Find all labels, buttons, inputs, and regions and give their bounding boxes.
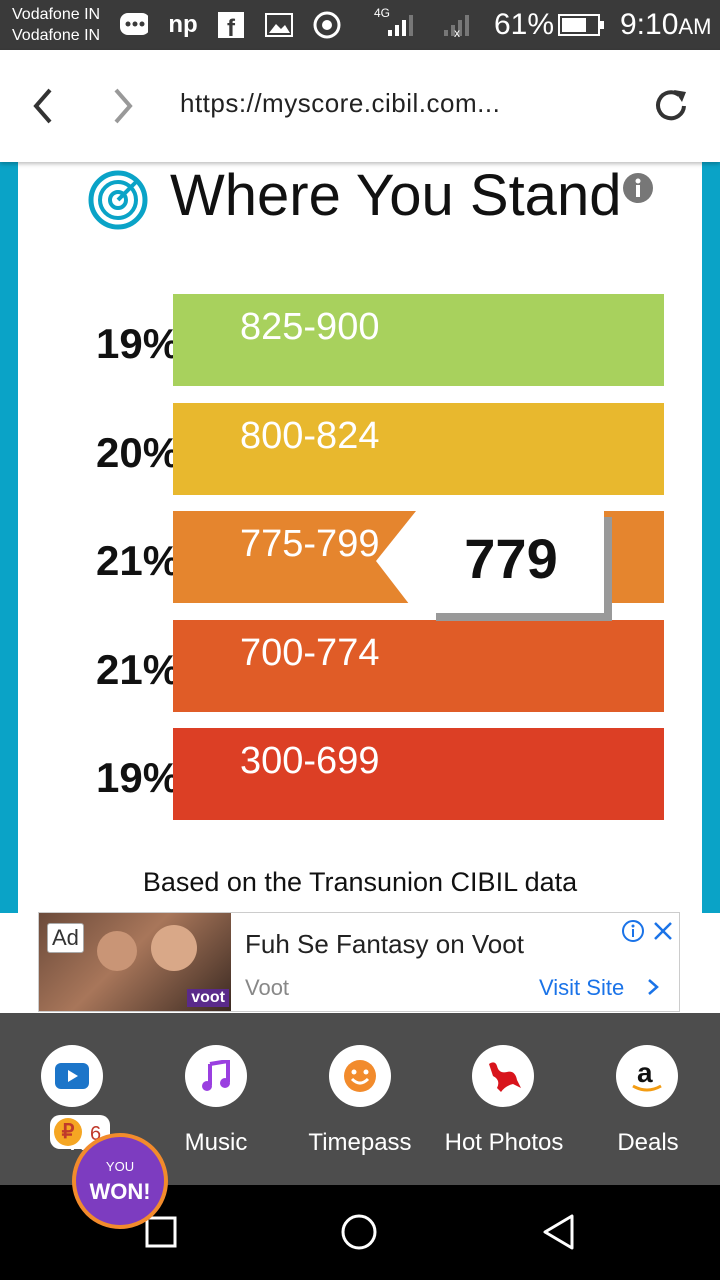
url-bar[interactable]: https://myscore.cibil.com... [180, 88, 500, 119]
clock: 9:10AM [620, 8, 711, 42]
ad-image-face [97, 931, 137, 971]
ad-close-icon[interactable] [651, 919, 675, 943]
svg-text:x: x [454, 26, 460, 38]
ad-image-face [151, 925, 197, 971]
chat-icon [118, 10, 148, 40]
band-percent: 21% [96, 646, 181, 693]
chevron-right-icon[interactable] [645, 975, 661, 999]
band-range-label: 775-799 [240, 523, 380, 565]
svg-text:a: a [637, 1058, 653, 1088]
user-score: 779 [464, 527, 558, 590]
band-range-label: 300-699 [240, 740, 380, 782]
coin-icon: ₽ [54, 1118, 82, 1146]
band-range-label: 700-774 [240, 632, 380, 674]
music-note-icon[interactable] [185, 1045, 247, 1107]
clock-time: 9:10 [620, 8, 679, 41]
np-icon: np [168, 11, 198, 38]
ad-badge: Ad [47, 923, 84, 953]
left-edge-strip [0, 162, 18, 913]
band-range-label: 825-900 [240, 306, 380, 348]
band-percent: 19% [96, 754, 181, 801]
you-won-promo[interactable]: YOU WON! [72, 1133, 168, 1229]
back-chevron-icon[interactable] [26, 86, 62, 126]
dock-label-deals[interactable]: Deals [573, 1129, 720, 1157]
carrier-name-2: Vodafone IN [12, 27, 101, 44]
gallery-icon [264, 10, 294, 40]
video-play-icon[interactable] [41, 1045, 103, 1107]
band-percent: 21% [96, 537, 181, 584]
clock-ampm: AM [678, 14, 712, 39]
back-triangle-icon[interactable] [540, 1213, 578, 1251]
svg-text:f: f [227, 15, 236, 38]
amazon-icon[interactable]: a [616, 1045, 678, 1107]
dock-label-timepass[interactable]: Timepass [285, 1129, 435, 1157]
signal-icon [384, 10, 414, 40]
smiley-icon[interactable] [329, 1045, 391, 1107]
info-icon[interactable] [622, 172, 654, 204]
recent-apps-icon[interactable] [144, 1215, 178, 1249]
dock-label-hot-photos[interactable]: Hot Photos [429, 1129, 579, 1157]
browser-toolbar: https://myscore.cibil.com... [0, 50, 720, 162]
facebook-icon: f [216, 10, 246, 40]
promo-top-text: YOU [105, 1159, 135, 1174]
band-percent: 19% [96, 320, 181, 367]
signal-x-icon: x [440, 10, 470, 40]
dock-label-music[interactable]: Music [141, 1129, 291, 1157]
ad-cta-label[interactable]: Visit Site [539, 975, 624, 1001]
page-title: Where You Stand [170, 163, 622, 228]
chrome-icon [312, 10, 342, 40]
radar-logo-icon [88, 170, 148, 230]
promo-bottom-text: WON! [89, 1179, 151, 1204]
band-percent: 20% [96, 429, 181, 476]
data-source-note: Based on the Transunion CIBIL data [142, 867, 578, 897]
band-range-label: 800-824 [240, 415, 380, 457]
battery-percent: 61% [494, 8, 555, 41]
battery-icon [556, 10, 606, 40]
hot-photos-icon[interactable] [472, 1045, 534, 1107]
status-bar: Vodafone IN Vodafone IN np f 4G x 61% 9:… [0, 0, 720, 50]
score-panel: Where You Stand 19% 825-900 20% 800-824 … [0, 162, 720, 913]
refresh-icon[interactable] [652, 86, 692, 126]
ad-advertiser: Voot [245, 975, 290, 1000]
voot-logo: voot [187, 989, 229, 1007]
ad-title[interactable]: Fuh Se Fantasy on Voot [245, 929, 524, 960]
right-edge-strip [702, 162, 720, 913]
home-icon[interactable] [340, 1213, 378, 1251]
carrier-name-1: Vodafone IN [12, 6, 101, 23]
ad-info-icon[interactable] [621, 919, 645, 943]
bottom-dock: a Vi Music Timepass Hot Photos Deals ₽ 6… [0, 1013, 720, 1229]
ad-banner[interactable]: voot Ad Fuh Se Fantasy on Voot Voot Visi… [38, 912, 680, 1012]
forward-chevron-icon[interactable] [104, 86, 140, 126]
